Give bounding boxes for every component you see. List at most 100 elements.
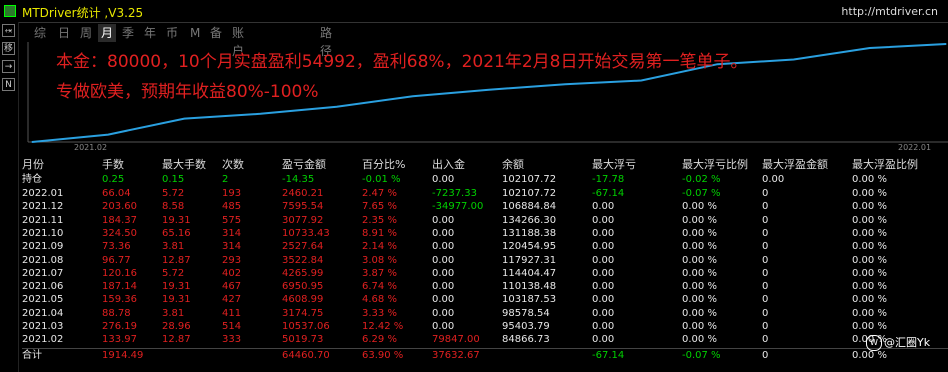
- tab-m[interactable]: M: [190, 24, 200, 42]
- cell-max-dd: 0.00: [592, 294, 615, 306]
- cell-label: 持仓: [22, 174, 42, 185]
- sidebar-button-3[interactable]: →: [2, 60, 15, 73]
- cell-pct: 63.90 %: [362, 349, 404, 361]
- cell-lots: 187.14: [102, 281, 137, 293]
- tab-month[interactable]: 月: [98, 24, 117, 42]
- header-balance[interactable]: 余额: [502, 158, 524, 172]
- table-row[interactable]: 2021.12 203.60 8.58 485 7595.54 7.65 % -34977.…: [22, 200, 948, 214]
- header-percent[interactable]: 百分比%: [362, 158, 405, 172]
- header-max-float-profit[interactable]: 最大浮盈金额: [762, 158, 828, 172]
- cell-pnl: 4608.99: [282, 294, 324, 306]
- cell-balance: 117927.31: [502, 254, 557, 266]
- table-row[interactable]: 2021.07 120.16 5.72 402 4265.99 3.87 % 0.00 114…: [22, 267, 948, 281]
- window-url[interactable]: http://mtdriver.cn: [841, 5, 938, 18]
- tab-account[interactable]: 账户: [232, 24, 244, 58]
- cell-pnl: -14.35: [282, 174, 315, 185]
- table-header-row: 月份 手数 最大手数 次数 盈亏金额 百分比% 出入金 余额 最大浮亏 最大浮亏…: [22, 158, 948, 172]
- header-month[interactable]: 月份: [22, 158, 44, 172]
- equity-point: [412, 95, 414, 97]
- table-row[interactable]: 2021.10 324.50 65.16 314 10733.43 8.91 % 0.00 1…: [22, 227, 948, 241]
- watermark: W @汇圈Yk: [866, 334, 930, 351]
- cell-label: 2021.04: [22, 307, 64, 319]
- cell-lots: 203.60: [102, 201, 137, 213]
- header-max-float-profit-pct[interactable]: 最大浮盈比例: [852, 158, 918, 172]
- cell-count: 2: [222, 174, 229, 185]
- cell-max-fp-pct: 0.00 %: [852, 307, 887, 319]
- equity-point: [31, 141, 33, 143]
- cell-pnl: 10733.43: [282, 227, 330, 239]
- cell-max-fp-pct: 0.00 %: [852, 321, 887, 332]
- cell-pct: 3.08 %: [362, 254, 397, 266]
- header-lots[interactable]: 手数: [102, 158, 124, 172]
- table-row[interactable]: 2021.04 88.78 3.81 411 3174.75 3.33 % 0.00 9857…: [22, 307, 948, 321]
- cell-max-lots: 5.72: [162, 267, 185, 279]
- header-max-drawdown-pct[interactable]: 最大浮亏比例: [682, 158, 748, 172]
- cell-max-dd: 0.00: [592, 214, 615, 226]
- tab-path[interactable]: 路径: [320, 24, 332, 58]
- header-max-drawdown[interactable]: 最大浮亏: [592, 158, 636, 172]
- equity-point: [259, 113, 262, 115]
- table-row[interactable]: 2021.11 184.37 19.31 575 3077.92 2.35 % 0.00 13…: [22, 214, 948, 228]
- tab-week[interactable]: 周: [80, 24, 92, 42]
- cell-flow: 0.00: [432, 307, 455, 319]
- cell-max-dd-pct: -0.02 %: [682, 174, 721, 185]
- cell-count: 485: [222, 201, 242, 213]
- cell-max-dd: 0.00: [592, 267, 615, 279]
- header-count[interactable]: 次数: [222, 158, 244, 172]
- table-row[interactable]: 2021.09 73.36 3.81 314 2527.64 2.14 % 0.00 1204…: [22, 240, 948, 254]
- sidebar-button-1[interactable]: ⬾: [2, 24, 15, 37]
- total-row[interactable]: 合计 1914.49 64460.70 63.90 % 37632.67 -67.14 -0…: [22, 347, 948, 363]
- cell-pnl: 3174.75: [282, 307, 324, 319]
- equity-point: [183, 117, 185, 120]
- equity-point: [336, 106, 338, 108]
- cell-flow: 0.00: [432, 254, 455, 266]
- cell-max-fp-pct: 0.00 %: [852, 201, 887, 213]
- tab-overview[interactable]: 综: [34, 24, 46, 42]
- cell-lots: 73.36: [102, 241, 131, 253]
- cell-max-lots: 3.81: [162, 241, 185, 253]
- cell-max-fp-pct: 0.00 %: [852, 294, 887, 306]
- cell-pct: -0.01 %: [362, 174, 401, 185]
- cell-flow: 0.00: [432, 241, 455, 253]
- cell-pnl: 10537.06: [282, 321, 330, 332]
- cell-max-fp: 0: [762, 241, 769, 253]
- tab-currency[interactable]: 币: [166, 24, 178, 42]
- cell-pct: 4.68 %: [362, 294, 397, 306]
- cell-max-dd-pct: -0.07 %: [682, 349, 721, 361]
- tab-day[interactable]: 日: [58, 24, 70, 42]
- table-row[interactable]: 2022.01 66.04 5.72 193 2460.21 2.47 % -7237.33…: [22, 187, 948, 201]
- table-row[interactable]: 2021.02 133.97 12.87 333 5019.73 6.29 % 79847.…: [22, 333, 948, 347]
- tab-year[interactable]: 年: [144, 24, 156, 42]
- cell-flow: -34977.00: [432, 201, 484, 213]
- cell-max-dd: -67.14: [592, 188, 625, 199]
- cell-label: 2021.10: [22, 227, 64, 239]
- table-row[interactable]: 2021.05 159.36 19.31 427 4608.99 4.68 % 0.00 10…: [22, 293, 948, 307]
- cell-label: 2021.07: [22, 267, 64, 279]
- tab-quarter[interactable]: 季: [122, 24, 134, 42]
- cell-lots: 0.25: [102, 174, 125, 185]
- cell-balance: 103187.53: [502, 294, 557, 306]
- cell-pct: 6.74 %: [362, 281, 397, 293]
- cell-pct: 3.33 %: [362, 307, 397, 319]
- equity-point: [640, 79, 642, 82]
- position-row[interactable]: 持仓 0.25 0.15 2 -14.35 -0.01 % 0.00 102107.72 -17…: [22, 173, 948, 187]
- cell-label: 2021.03: [22, 321, 64, 332]
- sidebar-button-4[interactable]: N: [2, 78, 15, 91]
- header-max-lots[interactable]: 最大手数: [162, 158, 206, 172]
- cell-lots: 120.16: [102, 267, 137, 279]
- table-row[interactable]: 2021.06 187.14 19.31 467 6950.95 6.74 % 0.00 11…: [22, 280, 948, 294]
- table-row[interactable]: 2021.03 276.19 28.96 514 10537.06 12.42 % 0.00…: [22, 320, 948, 334]
- equity-point: [869, 47, 871, 49]
- cell-label: 2021.08: [22, 254, 64, 266]
- equity-point: [488, 89, 490, 91]
- cell-max-fp-pct: 0.00 %: [852, 267, 887, 279]
- cell-max-dd: 0.00: [592, 321, 615, 332]
- sidebar-button-2[interactable]: 移: [2, 42, 15, 55]
- title-bar: MTDriver统计 ,V3.25 http://mtdriver.cn: [0, 0, 948, 23]
- cell-max-lots: 0.15: [162, 174, 185, 185]
- cell-max-dd-pct: 0.00 %: [682, 334, 717, 346]
- table-row[interactable]: 2021.08 96.77 12.87 293 3522.84 3.08 % 0.00 117…: [22, 254, 948, 268]
- header-pnl[interactable]: 盈亏金额: [282, 158, 326, 172]
- header-flow[interactable]: 出入金: [432, 158, 465, 172]
- tab-notes[interactable]: 备: [210, 24, 222, 42]
